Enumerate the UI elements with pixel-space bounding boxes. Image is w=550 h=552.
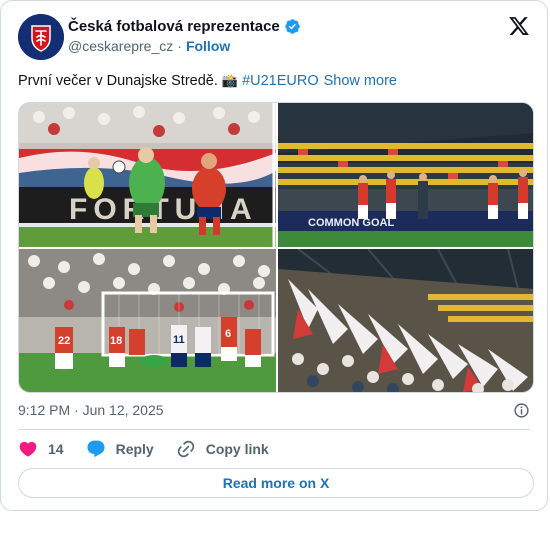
photo-goalmouth[interactable]: 22 18 11 6 [19, 249, 276, 392]
divider [18, 429, 530, 430]
like-count: 14 [48, 441, 64, 457]
media-grid: FORTUNA COMMON GOAL 22 18 11 6 [18, 102, 534, 393]
separator-dot: · [177, 38, 182, 54]
camera-emoji: 📸 [221, 73, 239, 88]
tweet-embed-card: Česká fotbalová reprezentace @ceskarepre… [0, 0, 548, 511]
photo-goalkeeper[interactable]: FORTUNA [19, 103, 276, 247]
follow-button[interactable]: Follow [186, 38, 230, 54]
read-more-button[interactable]: Read more on X [18, 468, 534, 498]
timestamp[interactable]: 9:12 PM · Jun 12, 2025 [18, 402, 164, 418]
player-number-11: 11 [173, 334, 185, 346]
copy-link-label: Copy link [205, 441, 269, 457]
account-handle[interactable]: @ceskarepre_cz [68, 38, 173, 54]
account-name-row[interactable]: Česká fotbalová reprezentace [68, 18, 301, 35]
tweet-text: První večer v Dunajske Stredě. 📸 #U21EUR… [18, 73, 397, 89]
verified-icon [285, 19, 300, 34]
info-icon[interactable] [513, 402, 530, 419]
account-name[interactable]: Česká fotbalová reprezentace [68, 18, 280, 35]
action-bar: 14 Reply Copy link [18, 438, 291, 460]
team-crest-icon [18, 14, 64, 60]
reply-label: Reply [115, 441, 154, 457]
copy-link-button[interactable]: Copy link [176, 439, 269, 459]
x-logo-icon[interactable] [508, 15, 530, 37]
like-button[interactable]: 14 [18, 439, 64, 459]
heart-icon [19, 441, 37, 457]
reply-bubble-icon [87, 440, 105, 458]
link-icon [177, 440, 194, 458]
player-number-22: 22 [58, 335, 70, 347]
handle-row: @ceskarepre_cz · Follow [68, 38, 230, 54]
photo-stadium-players[interactable]: COMMON GOAL [278, 103, 533, 247]
player-number-6: 6 [225, 328, 231, 340]
photo-fans[interactable] [278, 249, 533, 392]
reply-button[interactable]: Reply [86, 439, 154, 459]
player-number-18: 18 [110, 335, 122, 347]
show-more-link[interactable]: Show more [324, 73, 397, 89]
ad-text: COMMON GOAL [308, 217, 394, 229]
avatar[interactable] [18, 14, 64, 60]
hashtag-link[interactable]: #U21EURO [242, 73, 319, 89]
tweet-body: První večer v Dunajske Stredě. [18, 73, 218, 89]
